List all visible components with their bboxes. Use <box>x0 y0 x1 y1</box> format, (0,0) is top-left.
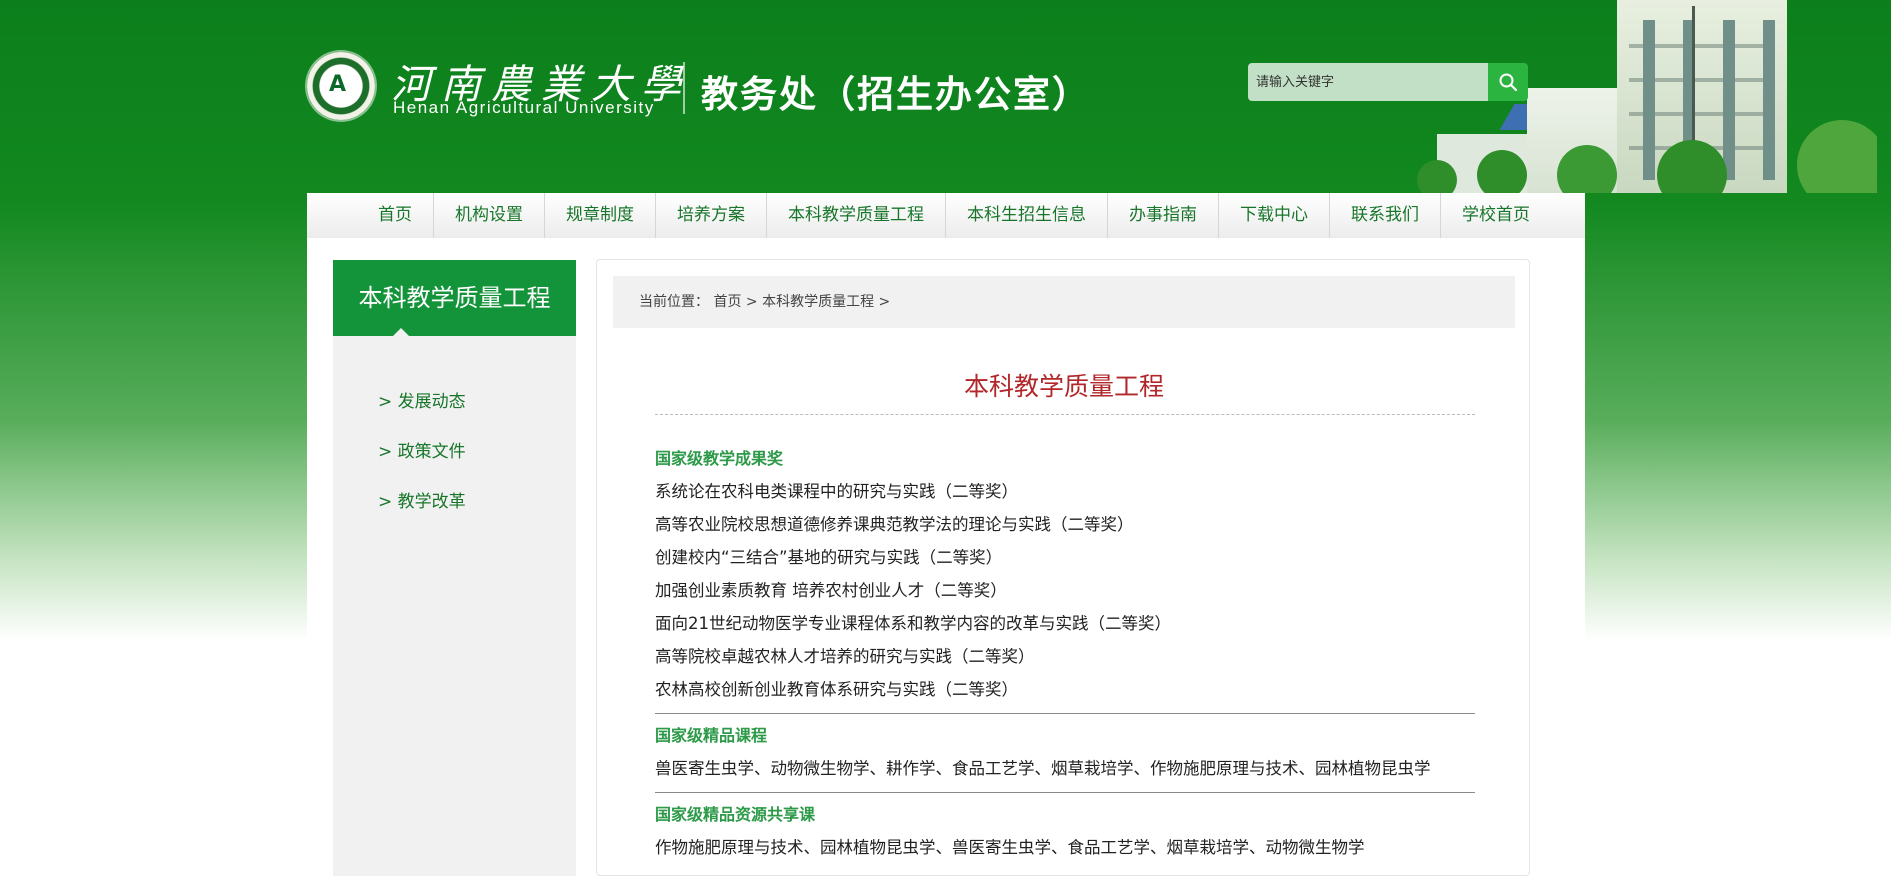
list-item: 农林高校创新创业教育体系研究与实践（二等奖） <box>655 680 1018 699</box>
list-item: 作物施肥原理与技术、园林植物昆虫学、兽医寄生虫学、食品工艺学、烟草栽培学、动物微… <box>655 838 1365 857</box>
sidebar: 本科教学质量工程 > 发展动态 > 政策文件 > 教学改革 <box>333 260 576 876</box>
section-heading: 国家级精品资源共享课 <box>655 805 816 824</box>
nav-item-training-plan[interactable]: 培养方案 <box>655 193 766 238</box>
sidebar-list: > 发展动态 > 政策文件 > 教学改革 <box>333 336 576 536</box>
sidebar-title: 本科教学质量工程 <box>333 260 576 336</box>
list-item: 高等院校卓越农林人才培养的研究与实践（二等奖） <box>655 647 1035 666</box>
article-body: 国家级教学成果奖 系统论在农科电类课程中的研究与实践（二等奖） 高等农业院校思想… <box>655 442 1475 864</box>
office-title: 教务处（招生办公室） <box>701 73 1091 116</box>
search-input[interactable] <box>1248 63 1488 101</box>
breadcrumb-separator: > <box>745 294 758 310</box>
header-divider <box>683 62 685 114</box>
breadcrumb-label: 当前位置： <box>639 294 709 310</box>
breadcrumb-link-home[interactable]: 首页 <box>713 294 741 310</box>
nav-item-admissions[interactable]: 本科生招生信息 <box>945 193 1107 238</box>
list-item: 面向21世纪动物医学专业课程体系和教学内容的改革与实践（二等奖） <box>655 614 1171 633</box>
section-heading: 国家级精品课程 <box>655 726 768 745</box>
nav-item-regulations[interactable]: 规章制度 <box>544 193 655 238</box>
list-item: 系统论在农科电类课程中的研究与实践（二等奖） <box>655 482 1018 501</box>
list-item: 兽医寄生虫学、动物微生物学、耕作学、食品工艺学、烟草栽培学、作物施肥原理与技术、… <box>655 759 1431 778</box>
tree <box>1797 120 1877 193</box>
tree <box>1477 150 1527 193</box>
tree <box>1417 160 1457 193</box>
breadcrumb-link-quality-project[interactable]: 本科教学质量工程 <box>762 294 874 310</box>
title-divider <box>655 414 1475 415</box>
nav-item-guide[interactable]: 办事指南 <box>1107 193 1218 238</box>
nav-item-school-home[interactable]: 学校首页 <box>1440 193 1551 238</box>
nav-item-quality-project[interactable]: 本科教学质量工程 <box>766 193 945 238</box>
sidebar-item-policy-documents[interactable]: > 政策文件 <box>378 436 576 486</box>
breadcrumb-separator: > <box>878 294 891 310</box>
nav-item-downloads[interactable]: 下载中心 <box>1218 193 1329 238</box>
main-content: 当前位置： 首页 > 本科教学质量工程 > 本科教学质量工程 国家级教学成果奖 … <box>596 259 1530 876</box>
list-item: 创建校内“三结合”基地的研究与实践（二等奖） <box>655 548 1003 567</box>
main-nav: 首页 机构设置 规章制度 培养方案 本科教学质量工程 本科生招生信息 办事指南 … <box>307 193 1585 238</box>
search-icon <box>1499 73 1518 92</box>
section-heading: 国家级教学成果奖 <box>655 449 784 468</box>
sidebar-item-teaching-reform[interactable]: > 教学改革 <box>378 486 576 536</box>
logo-glyph: A <box>329 72 347 97</box>
section-divider <box>655 792 1475 793</box>
article-title: 本科教学质量工程 <box>963 372 1164 401</box>
university-logo[interactable]: A <box>307 52 375 120</box>
section-divider <box>655 713 1475 714</box>
search-box <box>1248 63 1528 101</box>
nav-item-contact[interactable]: 联系我们 <box>1329 193 1440 238</box>
breadcrumb: 当前位置： 首页 > 本科教学质量工程 > <box>613 276 1515 328</box>
page-container: 本科教学质量工程 > 发展动态 > 政策文件 > 教学改革 当前位置： 首页 >… <box>307 238 1585 876</box>
nav-item-home[interactable]: 首页 <box>357 193 433 238</box>
nav-item-organization[interactable]: 机构设置 <box>433 193 544 238</box>
list-item: 高等农业院校思想道德修养课典范教学法的理论与实践（二等奖） <box>655 515 1134 534</box>
sidebar-item-development-news[interactable]: > 发展动态 <box>378 386 576 436</box>
search-button[interactable] <box>1488 63 1528 101</box>
university-name-en: Henan Agricultural University <box>393 98 655 117</box>
list-item: 加强创业素质教育 培养农村创业人才（二等奖） <box>655 581 1007 600</box>
